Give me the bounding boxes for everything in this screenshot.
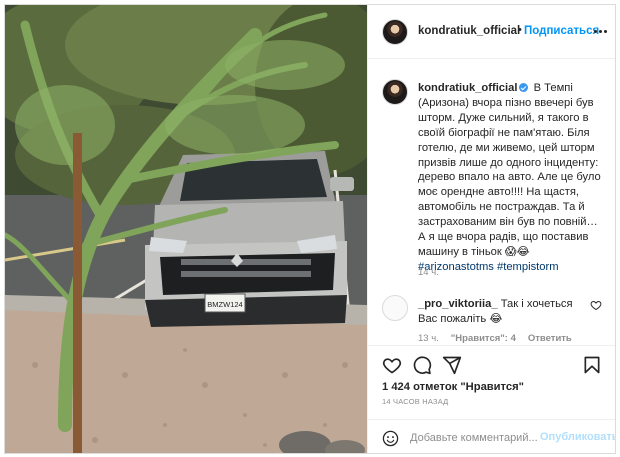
post-header: kondratiuk_official • Подписаться — [368, 5, 615, 59]
post-sidebar: kondratiuk_official • Подписаться kondra… — [367, 5, 615, 453]
license-plate-text: BMZW124 — [207, 300, 242, 309]
post-timestamp[interactable]: 14 ЧАСОВ НАЗАД — [382, 397, 448, 406]
comment-icon[interactable] — [412, 355, 432, 375]
post-photo[interactable]: BMZW124 — [5, 5, 367, 453]
commenter-username[interactable]: _pro_viktoriia_ — [418, 298, 498, 310]
reply-button[interactable]: Ответить — [528, 333, 572, 344]
caption-text: В Темпі (Аризона) вчора пізно ввечері бу… — [418, 82, 601, 258]
follow-button[interactable]: Подписаться — [524, 25, 599, 37]
heart-icon[interactable] — [382, 355, 402, 375]
comment-meta: 13 ч. "Нравится": 4 Ответить — [418, 333, 572, 344]
emoji-icon[interactable] — [382, 430, 399, 447]
comments-section: kondratiuk_official В Темпі (Аризона) вч… — [368, 59, 615, 345]
author-avatar[interactable] — [382, 19, 408, 45]
bookmark-icon[interactable] — [582, 355, 602, 375]
publish-button[interactable]: Опубликовать — [540, 431, 615, 443]
instagram-post-window: BMZW124 kondratiuk_official • Подписатьс… — [4, 4, 616, 454]
post-actions-bar — [368, 345, 615, 375]
likes-count[interactable]: 1 424 отметок "Нравится" — [382, 381, 524, 393]
add-comment-bar: Опубликовать — [368, 419, 615, 453]
share-icon[interactable] — [442, 355, 462, 375]
car-illustration: BMZW124 — [145, 151, 354, 327]
caption-timestamp[interactable]: 14 ч. — [418, 267, 439, 278]
caption-author-avatar[interactable] — [382, 79, 408, 105]
comment-timestamp[interactable]: 13 ч. — [418, 333, 439, 344]
verified-badge-icon — [519, 83, 529, 92]
commenter-avatar[interactable] — [382, 295, 408, 321]
comment-input[interactable] — [410, 429, 560, 447]
header-separator: • — [518, 24, 522, 36]
post-caption: kondratiuk_official В Темпі (Аризона) вч… — [418, 81, 608, 275]
hashtag-link[interactable]: #tempistorm — [497, 261, 559, 273]
photo-scene: BMZW124 — [5, 5, 367, 453]
comment-likes-count[interactable]: "Нравится": 4 — [451, 333, 516, 344]
comment-like-heart-icon[interactable] — [590, 299, 602, 311]
more-options-icon[interactable] — [594, 30, 607, 33]
caption-username[interactable]: kondratiuk_official — [418, 82, 517, 94]
author-username[interactable]: kondratiuk_official — [418, 25, 520, 37]
comment: _pro_viktoriia_ Так і хочеться Вас пожал… — [418, 297, 588, 327]
